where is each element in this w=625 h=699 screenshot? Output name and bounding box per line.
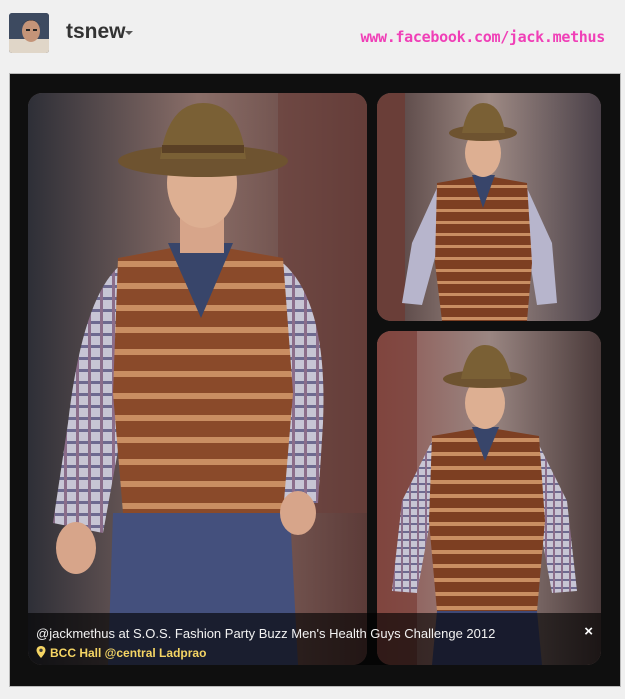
user-avatar[interactable]: [9, 13, 49, 53]
close-icon[interactable]: ×: [584, 623, 593, 640]
caption-text: @jackmethus at S.O.S. Fashion Party Buzz…: [36, 626, 496, 641]
post-header: tsnew www.facebook.com/jack.methus: [0, 0, 625, 70]
watermark-text: www.facebook.com/jack.methus: [360, 28, 606, 46]
location-pin-icon: [36, 646, 46, 658]
photo-caption-bar: @jackmethus at S.O.S. Fashion Party Buzz…: [28, 613, 601, 665]
photo-main[interactable]: [28, 93, 367, 665]
location-label[interactable]: BCC Hall @central Ladprao: [50, 646, 206, 660]
chevron-down-icon[interactable]: [125, 31, 133, 35]
username[interactable]: tsnew: [66, 20, 126, 44]
photo-top-right[interactable]: [377, 93, 601, 321]
location-tag[interactable]: BCC Hall @central Ladprao: [36, 646, 206, 660]
